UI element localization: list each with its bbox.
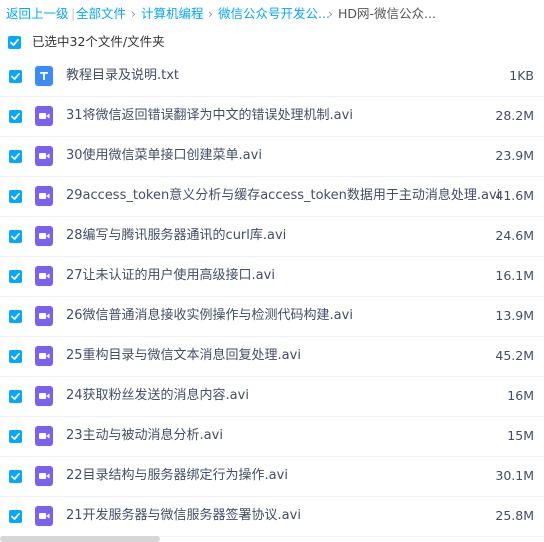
- file-checkbox[interactable]: [9, 510, 22, 523]
- breadcrumb-divider: |: [71, 6, 76, 21]
- file-name[interactable]: 24获取粉丝发送的消息内容.avi: [66, 376, 249, 416]
- check-icon: [10, 38, 19, 46]
- file-name[interactable]: 30使用微信菜单接口创建菜单.avi: [66, 136, 262, 176]
- file-name[interactable]: 29access_token意义分析与缓存access_token数据用于主动消…: [66, 176, 500, 216]
- video-file-icon: [35, 226, 53, 246]
- file-checkbox[interactable]: [9, 310, 22, 323]
- file-checkbox[interactable]: [9, 350, 22, 363]
- file-row[interactable]: 29access_token意义分析与缓存access_token数据用于主动消…: [0, 176, 544, 217]
- check-icon: [11, 472, 20, 480]
- file-row[interactable]: 23主动与被动消息分析.avi 15M: [0, 416, 544, 457]
- file-checkbox[interactable]: [9, 470, 22, 483]
- video-file-icon: [35, 426, 53, 446]
- breadcrumb-link-wechat[interactable]: 微信公众号开发公...: [218, 0, 330, 28]
- file-row[interactable]: 教程目录及说明.txt 1KB: [0, 56, 544, 97]
- file-checkbox[interactable]: [9, 230, 22, 243]
- video-file-icon: [35, 506, 53, 526]
- file-size: 23.9M: [495, 148, 534, 163]
- file-row[interactable]: 22目录结构与服务器绑定行为操作.avi 30.1M: [0, 456, 544, 497]
- video-file-icon: [35, 386, 53, 406]
- file-checkbox[interactable]: [9, 270, 22, 283]
- breadcrumb: 返回上一级 | 全部文件 › 计算机编程 › 微信公众号开发公... › HD网…: [0, 0, 544, 28]
- file-name[interactable]: 教程目录及说明.txt: [66, 56, 179, 96]
- video-file-icon: [35, 266, 53, 286]
- breadcrumb-link-programming[interactable]: 计算机编程: [141, 0, 204, 28]
- file-size: 16.1M: [495, 268, 534, 283]
- file-size: 15M: [507, 428, 534, 443]
- file-row[interactable]: 21开发服务器与微信服务器签署协议.avi 25.8M: [0, 496, 544, 537]
- file-size: 16M: [507, 388, 534, 403]
- horizontal-scrollbar[interactable]: [0, 536, 160, 542]
- file-checkbox[interactable]: [9, 70, 22, 83]
- breadcrumb-current: HD网-微信公众...: [338, 6, 436, 21]
- file-row[interactable]: 26微信普通消息接收实例操作与检测代码构建.avi 13.9M: [0, 296, 544, 337]
- check-icon: [11, 72, 20, 80]
- file-size: 30.1M: [495, 468, 534, 483]
- file-size: 24.6M: [495, 228, 534, 243]
- file-name[interactable]: 28编写与腾讯服务器通讯的curl库.avi: [66, 216, 286, 256]
- file-checkbox[interactable]: [9, 430, 22, 443]
- video-file-icon: [35, 146, 53, 166]
- video-file-icon: [35, 106, 53, 126]
- check-icon: [11, 432, 20, 440]
- file-size: 1KB: [509, 68, 534, 83]
- file-size: 28.2M: [495, 108, 534, 123]
- check-icon: [11, 152, 20, 160]
- file-size: 45.2M: [495, 348, 534, 363]
- file-row[interactable]: 30使用微信菜单接口创建菜单.avi 23.9M: [0, 136, 544, 177]
- chevron-right-icon: ›: [208, 6, 213, 21]
- video-file-icon: [35, 306, 53, 326]
- file-name[interactable]: 23主动与被动消息分析.avi: [66, 416, 223, 456]
- check-icon: [11, 352, 20, 360]
- file-name[interactable]: 26微信普通消息接收实例操作与检测代码构建.avi: [66, 296, 353, 336]
- select-all-checkbox[interactable]: [8, 36, 21, 49]
- chevron-right-icon: ›: [328, 6, 333, 21]
- back-link[interactable]: 返回上一级: [6, 0, 69, 28]
- text-file-icon: [35, 66, 53, 86]
- file-size: 41.6M: [495, 188, 534, 203]
- file-checkbox[interactable]: [9, 110, 22, 123]
- file-checkbox[interactable]: [9, 150, 22, 163]
- check-icon: [11, 312, 20, 320]
- file-name[interactable]: 22目录结构与服务器绑定行为操作.avi: [66, 456, 288, 496]
- selection-count: 已选中32个文件/文件夹: [32, 34, 165, 49]
- file-row[interactable]: 24获取粉丝发送的消息内容.avi 16M: [0, 376, 544, 417]
- file-name[interactable]: 25重构目录与微信文本消息回复处理.avi: [66, 336, 301, 376]
- file-row[interactable]: 25重构目录与微信文本消息回复处理.avi 45.2M: [0, 336, 544, 377]
- file-name[interactable]: 31将微信返回错误翻译为中文的错误处理机制.avi: [66, 96, 353, 136]
- file-row[interactable]: 31将微信返回错误翻译为中文的错误处理机制.avi 28.2M: [0, 96, 544, 137]
- check-icon: [11, 512, 20, 520]
- check-icon: [11, 112, 20, 120]
- video-file-icon: [35, 346, 53, 366]
- file-row[interactable]: 27让未认证的用户使用高级接口.avi 16.1M: [0, 256, 544, 297]
- selection-bar: 已选中32个文件/文件夹: [0, 28, 544, 56]
- check-icon: [11, 392, 20, 400]
- file-name[interactable]: 27让未认证的用户使用高级接口.avi: [66, 256, 275, 296]
- file-row[interactable]: 28编写与腾讯服务器通讯的curl库.avi 24.6M: [0, 216, 544, 257]
- video-file-icon: [35, 466, 53, 486]
- file-name[interactable]: 21开发服务器与微信服务器签署协议.avi: [66, 496, 301, 536]
- check-icon: [11, 272, 20, 280]
- file-checkbox[interactable]: [9, 390, 22, 403]
- check-icon: [11, 232, 20, 240]
- file-size: 25.8M: [495, 508, 534, 523]
- check-icon: [11, 192, 20, 200]
- file-size: 13.9M: [495, 308, 534, 323]
- chevron-right-icon: ›: [131, 6, 136, 21]
- video-file-icon: [35, 186, 53, 206]
- file-checkbox[interactable]: [9, 190, 22, 203]
- all-files-link[interactable]: 全部文件: [76, 0, 126, 28]
